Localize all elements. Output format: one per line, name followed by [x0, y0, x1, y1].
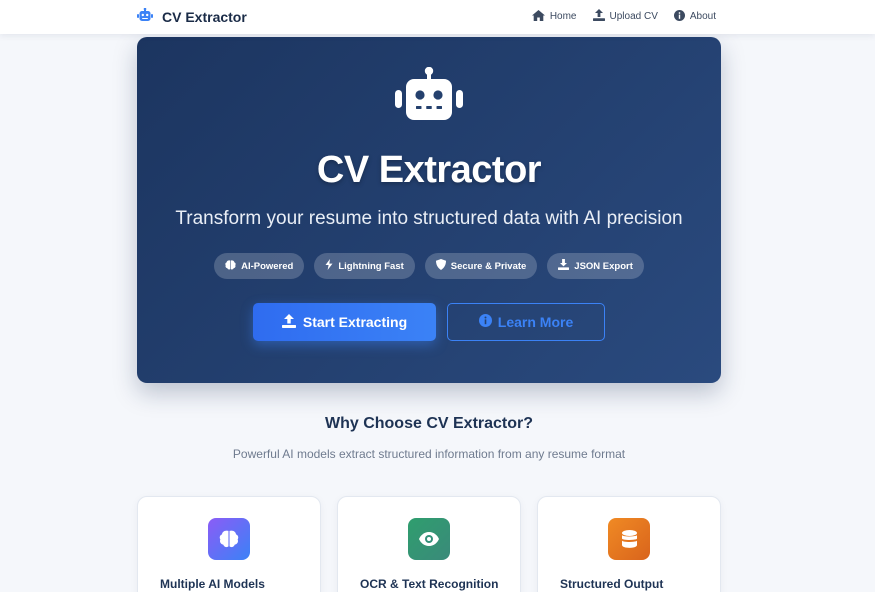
brain-icon	[225, 259, 236, 273]
brand-name: CV Extractor	[162, 9, 247, 25]
robot-icon	[395, 66, 463, 128]
feature-card-ocr: OCR & Text Recognition	[337, 496, 521, 592]
nav-link-label: About	[689, 11, 716, 22]
nav-link-home[interactable]: Home	[531, 9, 577, 24]
badge-lightning-fast: Lightning Fast	[314, 253, 415, 279]
feature-card-ai-models: Multiple AI Models	[137, 496, 321, 592]
upload-icon	[281, 313, 296, 331]
info-icon	[673, 9, 685, 24]
robot-icon	[137, 7, 153, 27]
database-icon	[608, 518, 650, 560]
nav-link-label: Home	[549, 11, 577, 22]
eye-icon	[408, 518, 450, 560]
upload-icon	[592, 9, 605, 24]
button-label: Learn More	[497, 314, 574, 330]
bolt-icon	[325, 259, 333, 273]
badge-label: AI-Powered	[241, 260, 294, 272]
features-title: Why Choose CV Extractor?	[324, 415, 534, 432]
badge-label: JSON Export	[574, 260, 633, 272]
badge-label: Lightning Fast	[338, 260, 404, 272]
feature-card-structured-output: Structured Output	[537, 496, 721, 592]
feature-card-title: OCR & Text Recognition	[360, 577, 499, 591]
hero-banner: CV Extractor Transform your resume into …	[137, 37, 721, 383]
download-icon	[558, 259, 570, 273]
start-extracting-button[interactable]: Start Extracting	[253, 303, 436, 341]
nav-links: Home Upload CV About	[531, 9, 716, 24]
feature-card-title: Structured Output	[560, 577, 664, 591]
brain-icon	[208, 518, 250, 560]
nav-link-label: Upload CV	[609, 11, 658, 22]
brand-link[interactable]: CV Extractor	[137, 7, 247, 27]
feature-cards: Multiple AI Models OCR & Text Recognitio…	[137, 496, 721, 592]
hero-title: CV Extractor	[316, 149, 542, 191]
nav-link-upload[interactable]: Upload CV	[592, 9, 658, 24]
home-icon	[531, 9, 545, 24]
badge-label: Secure & Private	[450, 260, 527, 272]
nav-link-about[interactable]: About	[673, 9, 716, 24]
feature-card-title: Multiple AI Models	[160, 577, 265, 591]
shield-icon	[435, 259, 446, 273]
learn-more-button[interactable]: Learn More	[447, 303, 605, 341]
top-navbar: CV Extractor Home Upload CV About	[0, 0, 875, 34]
hero-buttons: Start Extracting Learn More	[253, 303, 605, 341]
hero-subtitle: Transform your resume into structured da…	[175, 208, 683, 229]
badge-json-export: JSON Export	[547, 253, 644, 279]
feature-badges: AI-Powered Lightning Fast Secure & Priva…	[137, 253, 721, 279]
info-icon	[478, 314, 492, 330]
badge-ai-powered: AI-Powered	[214, 253, 305, 279]
button-label: Start Extracting	[302, 314, 408, 330]
badge-secure-private: Secure & Private	[424, 253, 538, 279]
features-subtitle: Powerful AI models extract structured in…	[232, 447, 626, 461]
